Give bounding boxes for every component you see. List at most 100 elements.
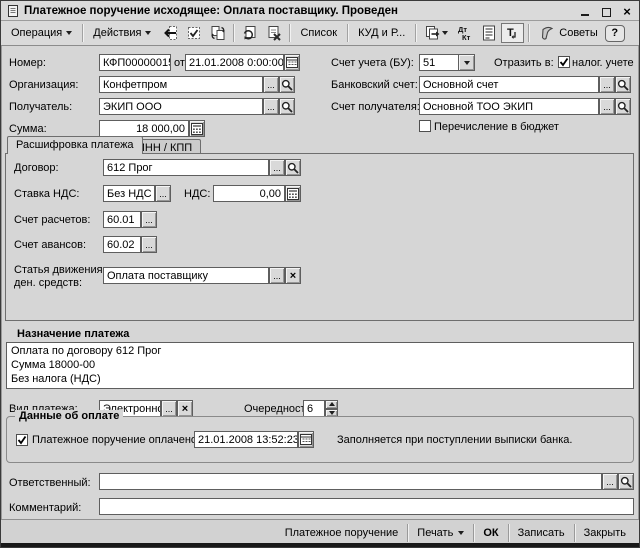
contract-select-button[interactable]: ... [269, 159, 285, 176]
magnifier-icon [617, 79, 629, 91]
toolbar-separator [82, 24, 83, 42]
bank-account-label: Банковский счет: [331, 79, 418, 91]
vat-input[interactable]: 0,00 [213, 185, 285, 202]
responsible-open-button[interactable] [618, 473, 634, 490]
paid-date-calendar-button[interactable] [298, 431, 314, 448]
purpose-label: Назначение платежа [17, 328, 129, 340]
contract-input[interactable]: 612 Прог [103, 159, 269, 176]
payment-order-button[interactable]: Платежное поручение [276, 523, 408, 543]
paid-date-input[interactable]: 21.01.2008 13:52:23 [194, 431, 298, 448]
clear-x-icon: × [290, 270, 296, 282]
recipient-select-button[interactable]: ... [263, 98, 279, 115]
organization-input[interactable]: Конфетпром [99, 76, 263, 93]
chevron-down-icon [458, 531, 464, 535]
budget-transfer-label: Перечисление в бюджет [434, 121, 559, 133]
tips-button[interactable]: Советы [533, 23, 603, 43]
movements-report-button[interactable] [477, 23, 500, 43]
account-dropdown-button[interactable] [458, 54, 475, 71]
bank-account-select-button[interactable]: ... [599, 76, 615, 93]
magnifier-icon [281, 101, 293, 113]
purpose-textarea[interactable]: Оплата по договору 612 Прог Сумма 18000-… [6, 342, 634, 389]
dtkt-button[interactable]: ДтКт [453, 23, 476, 43]
list-button[interactable]: Список [294, 23, 343, 43]
paid-note: Заполняется при поступлении выписки банк… [337, 434, 572, 446]
bank-account-open-button[interactable] [615, 76, 631, 93]
vat-calculator-button[interactable] [285, 185, 301, 202]
cashflow-item-label-line1: Статья движения [14, 264, 103, 276]
close-button[interactable]: Закрыть [575, 523, 635, 543]
settlement-account-label: Счет расчетов: [14, 214, 90, 226]
reflect-label: Отразить в: [494, 57, 554, 69]
comment-input[interactable] [99, 498, 634, 515]
copy-document-button[interactable] [206, 23, 229, 43]
export-button[interactable] [420, 23, 452, 43]
recipient-account-open-button[interactable] [615, 98, 631, 115]
kudir-button[interactable]: КУД и Р... [352, 23, 411, 43]
priority-spinner[interactable] [325, 400, 338, 417]
magnifier-icon [620, 476, 632, 488]
tax-accounting-checkbox[interactable] [558, 56, 570, 68]
sum-input[interactable]: 18 000,00 [99, 120, 189, 137]
vat-label: НДС: [184, 188, 210, 200]
calculator-icon [191, 123, 203, 135]
date-calendar-button[interactable] [284, 54, 300, 71]
responsible-label: Ответственный: [9, 477, 91, 489]
budget-transfer-checkbox[interactable] [419, 120, 431, 132]
priority-input[interactable]: 6 [303, 400, 325, 417]
payment-info-group: Данные об оплате Платежное поручение опл… [6, 416, 634, 463]
advance-account-select-button[interactable]: ... [141, 236, 157, 253]
chevron-down-icon [464, 61, 470, 65]
post-document-button[interactable] [158, 23, 181, 43]
responsible-select-button[interactable]: ... [602, 473, 618, 490]
organization-open-button[interactable] [279, 76, 295, 93]
svg-text:Кт: Кт [462, 33, 471, 42]
help-button[interactable]: ? [605, 25, 625, 42]
recipient-account-label: Счет получателя: [331, 101, 420, 113]
sum-calculator-button[interactable] [189, 120, 205, 137]
operation-menu-button[interactable]: Операция [5, 23, 78, 43]
chevron-down-icon [66, 31, 72, 35]
paid-checkbox[interactable] [16, 434, 28, 446]
number-input[interactable]: КФП00000015 [99, 54, 171, 71]
organization-select-button[interactable]: ... [263, 76, 279, 93]
subordination-structure-button[interactable]: T [501, 23, 524, 43]
cashflow-item-clear-button[interactable]: × [285, 267, 301, 284]
recipient-label: Получатель: [9, 101, 72, 113]
cashflow-item-select-button[interactable]: ... [269, 267, 285, 284]
cancel-posting-button[interactable] [262, 23, 285, 43]
recipient-input[interactable]: ЭКИП ООО [99, 98, 263, 115]
advice-icon [539, 25, 555, 42]
recipient-account-select-button[interactable]: ... [599, 98, 615, 115]
recipient-account-input[interactable]: Основной ТОО ЭКИП [419, 98, 599, 115]
sheets-swap-icon [209, 24, 227, 42]
recipient-open-button[interactable] [279, 98, 295, 115]
responsible-input[interactable] [99, 473, 602, 490]
print-button[interactable]: Печать [408, 523, 473, 543]
toolbar-separator [528, 24, 529, 42]
organization-label: Организация: [9, 79, 78, 91]
close-icon[interactable]: × [621, 5, 633, 17]
create-based-on-button[interactable] [238, 23, 261, 43]
date-input[interactable]: 21.01.2008 0:00:00 [185, 54, 284, 71]
cashflow-item-input[interactable]: Оплата поставщику [103, 267, 269, 284]
advance-account-input[interactable]: 60.02 [103, 236, 141, 253]
spinner-up-button[interactable] [325, 400, 338, 409]
contract-open-button[interactable] [285, 159, 301, 176]
settlement-account-select-button[interactable]: ... [141, 211, 157, 228]
payment-type-clear-button[interactable]: × [177, 400, 193, 417]
vat-rate-select-button[interactable]: ... [155, 185, 171, 202]
actions-menu-button[interactable]: Действия [87, 23, 157, 43]
bank-account-input[interactable]: Основной счет [419, 76, 599, 93]
sheet-cancel-icon [265, 24, 283, 42]
payment-type-select-button[interactable]: ... [161, 400, 177, 417]
vat-rate-input[interactable]: Без НДС [103, 185, 155, 202]
save-button[interactable]: Записать [509, 523, 574, 543]
advance-account-label: Счет авансов: [14, 239, 86, 251]
conduct-document-button[interactable] [182, 23, 205, 43]
maximize-icon[interactable] [600, 5, 612, 17]
ok-button[interactable]: ОК [474, 523, 507, 543]
payment-info-group-label: Данные об оплате [15, 410, 123, 422]
settlement-account-input[interactable]: 60.01 [103, 211, 141, 228]
tab-payment-details[interactable]: Расшифровка платежа [7, 136, 143, 154]
minimize-icon[interactable] [579, 5, 591, 17]
